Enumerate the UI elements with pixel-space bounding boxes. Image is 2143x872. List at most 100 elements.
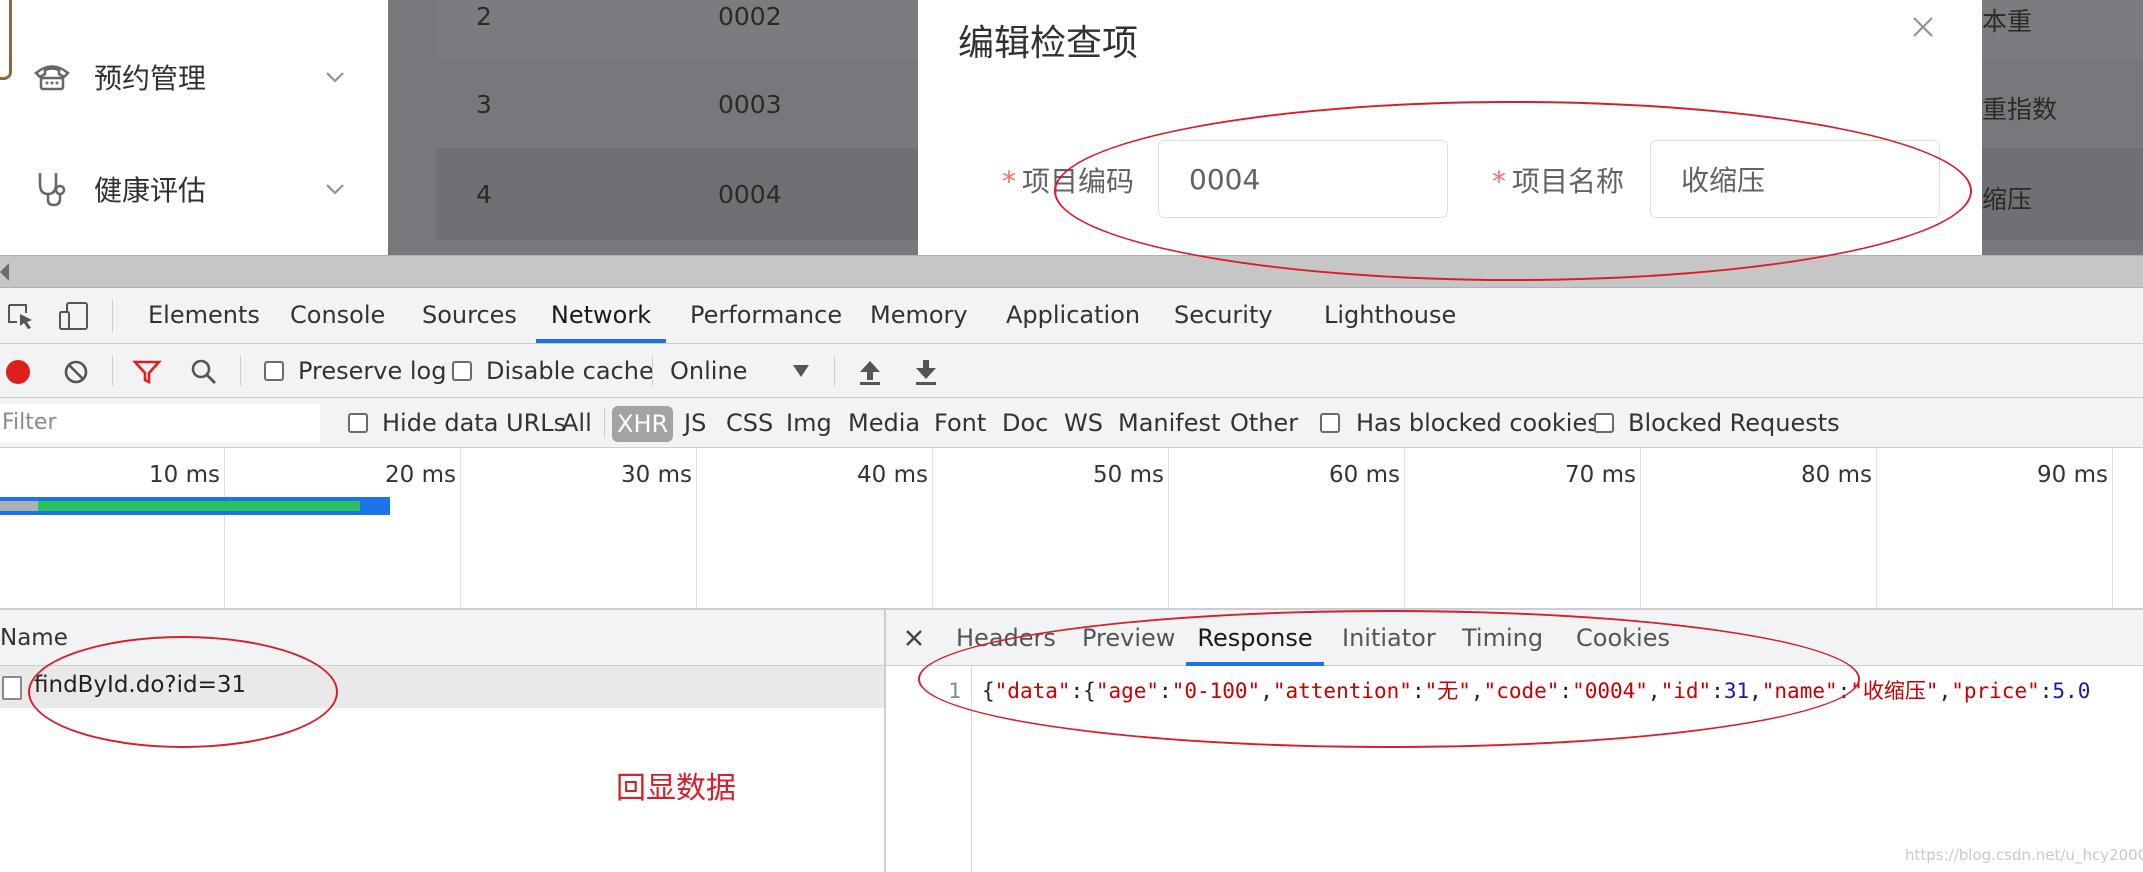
table-row: 2 0002 (436, 0, 918, 61)
tab-console[interactable]: Console (290, 288, 385, 343)
disable-cache-label: Disable cache (486, 357, 654, 385)
horizontal-scrollbar[interactable] (0, 255, 2143, 288)
grid-line (1876, 448, 1877, 608)
sidebar-item-health-assessment[interactable]: 健康评估 (0, 144, 388, 234)
hide-data-urls-checkbox[interactable] (348, 413, 368, 433)
json-token: , (1938, 679, 1952, 703)
filter-type-css[interactable]: CSS (726, 398, 773, 448)
table-row: 4 0004 (436, 148, 918, 240)
chevron-down-icon (326, 72, 344, 83)
sidebar-item-label: 预约管理 (94, 62, 207, 95)
grid-line (932, 448, 933, 608)
devtools-tab-bar: Elements Console Sources Network Perform… (0, 288, 2143, 344)
throttling-select[interactable]: Online (670, 344, 747, 398)
filter-type-ws[interactable]: WS (1064, 398, 1103, 448)
tab-security[interactable]: Security (1174, 288, 1273, 343)
import-har-icon[interactable] (858, 358, 882, 386)
json-token: "price" (1951, 679, 2040, 703)
separator (652, 356, 653, 386)
separator (240, 356, 241, 386)
row-number: 3 (476, 90, 492, 119)
tab-sources[interactable]: Sources (422, 288, 517, 343)
modal-backdrop-right: 本重 重指数 缩压 (1982, 0, 2143, 255)
filter-type-media[interactable]: Media (848, 398, 920, 448)
filter-type-manifest[interactable]: Manifest (1118, 398, 1220, 448)
row-code: 0002 (718, 2, 782, 31)
sidebar-item-label: 健康评估 (94, 174, 207, 207)
filter-type-img[interactable]: Img (786, 398, 832, 448)
modal-backdrop-table: 2 0002 3 0003 4 0004 (388, 0, 918, 255)
scroll-left-icon[interactable] (0, 263, 9, 281)
device-toolbar-icon[interactable] (58, 300, 90, 332)
close-detail-icon[interactable] (904, 628, 924, 648)
has-blocked-cookies-checkbox[interactable] (1320, 413, 1340, 433)
sidebar-item-appointment[interactable]: 预约管理 (0, 32, 388, 122)
tick-label: 50 ms (1093, 462, 1164, 488)
tick-label: 80 ms (1801, 462, 1872, 488)
row-number: 2 (476, 2, 492, 31)
filter-type-other[interactable]: Other (1230, 398, 1298, 448)
export-har-icon[interactable] (914, 358, 938, 386)
json-token: "收缩压" (1850, 679, 1939, 703)
row-name: 缩压 (1982, 185, 2033, 214)
row-code: 0004 (718, 180, 782, 209)
tick-label: 60 ms (1329, 462, 1400, 488)
tab-performance[interactable]: Performance (690, 288, 842, 343)
separator (834, 356, 835, 386)
disable-cache-checkbox[interactable] (452, 361, 472, 381)
row-name: 本重 (1982, 7, 2033, 36)
dialog-title: 编辑检查项 (958, 23, 1139, 64)
grid-line (1640, 448, 1641, 608)
watermark: https://blog.csdn.net/u_hcy2000 (1905, 846, 2143, 864)
separator (604, 408, 605, 438)
filter-type-js[interactable]: JS (684, 398, 706, 448)
tab-elements[interactable]: Elements (148, 288, 260, 343)
tick-label: 90 ms (2037, 462, 2108, 488)
search-icon[interactable] (190, 358, 218, 386)
tab-memory[interactable]: Memory (870, 288, 968, 343)
filter-input[interactable]: Filter (0, 404, 320, 442)
table-row: 缩压 (1982, 148, 2143, 240)
close-icon[interactable] (1908, 12, 1938, 42)
dropdown-triangle-icon[interactable] (792, 364, 810, 378)
separator (112, 300, 113, 332)
filter-type-all[interactable]: All (562, 398, 592, 448)
tick-label: 10 ms (149, 462, 220, 488)
blocked-requests-label: Blocked Requests (1628, 409, 1840, 437)
grid-line (224, 448, 225, 608)
filter-type-xhr[interactable]: XHR (612, 406, 674, 442)
blocked-requests-checkbox[interactable] (1594, 413, 1614, 433)
clear-icon[interactable] (62, 358, 90, 386)
row-number: 4 (476, 180, 492, 209)
filter-type-doc[interactable]: Doc (1002, 398, 1048, 448)
filter-icon[interactable] (132, 358, 162, 386)
tab-network[interactable]: Network (536, 288, 666, 343)
network-toolbar: Preserve log Disable cache Online (0, 344, 2143, 398)
grid-line (2112, 448, 2113, 608)
tick-label: 70 ms (1565, 462, 1636, 488)
sidebar: 预约管理 健康评估 (0, 0, 388, 255)
tick-label: 30 ms (621, 462, 692, 488)
stethoscope-icon (32, 169, 72, 209)
json-token: 5.0 (2052, 679, 2091, 703)
annotation-text: 回显数据 (616, 771, 736, 806)
tab-application[interactable]: Application (1006, 288, 1140, 343)
inspect-element-icon[interactable] (6, 302, 36, 332)
record-icon[interactable] (4, 358, 32, 386)
table-row: 3 0003 (436, 60, 918, 149)
annotation-ellipse (1054, 101, 1972, 281)
tick-label: 40 ms (857, 462, 928, 488)
grid-line (460, 448, 461, 608)
chevron-down-icon (326, 184, 344, 195)
grid-line (1404, 448, 1405, 608)
grid-line (696, 448, 697, 608)
preserve-log-checkbox[interactable] (264, 361, 284, 381)
telephone-icon (32, 57, 72, 97)
filter-type-font[interactable]: Font (934, 398, 986, 448)
tick-label: 20 ms (385, 462, 456, 488)
annotation-ellipse (28, 636, 338, 748)
tab-lighthouse[interactable]: Lighthouse (1324, 288, 1456, 343)
network-overview-timeline[interactable]: 10 ms 20 ms 30 ms 40 ms 50 ms 60 ms 70 m… (0, 448, 2143, 610)
row-name: 重指数 (1982, 95, 2058, 124)
has-blocked-cookies-label: Has blocked cookies (1356, 409, 1600, 437)
